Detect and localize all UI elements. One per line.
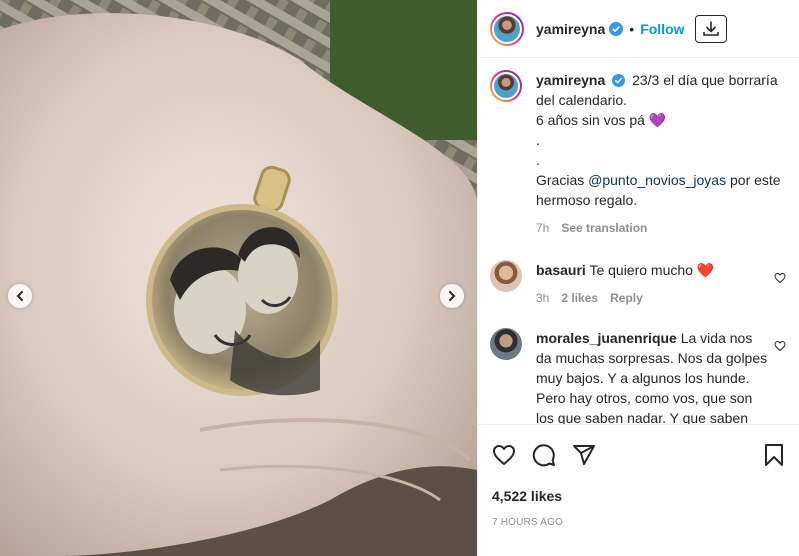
header-separator: •	[629, 20, 635, 37]
post-timestamp[interactable]: 7 hours ago	[492, 517, 786, 528]
follow-button[interactable]: Follow	[640, 21, 684, 37]
post-actions: 4,522 likes 7 hours ago	[478, 424, 799, 528]
comment-body: basauri Te quiero mucho ❤️ 3h 2 likes Re…	[536, 260, 786, 308]
caption-meta: 7h See translation	[536, 218, 786, 238]
comment-text: Te quiero mucho ❤️	[589, 262, 715, 278]
save-button[interactable]	[762, 443, 786, 467]
caption-line: .	[536, 132, 540, 148]
commenter-avatar[interactable]	[490, 328, 522, 360]
download-icon	[702, 20, 719, 36]
chevron-left-icon	[16, 291, 23, 301]
commenter-username[interactable]: basauri	[536, 262, 586, 278]
comment-item: morales_juanenrique La vida nos da mucha…	[490, 328, 786, 424]
previous-image-button[interactable]	[8, 284, 32, 308]
post-media	[0, 0, 477, 556]
action-bar	[492, 443, 786, 467]
caption-line: 6 años sin vos pá 💜	[536, 112, 667, 128]
share-icon	[573, 445, 595, 465]
comment-body: morales_juanenrique La vida nos da mucha…	[536, 328, 786, 424]
comments-list: yamireyna 23/3 el día que borraría del c…	[478, 58, 799, 424]
download-button[interactable]	[694, 14, 727, 43]
heart-icon	[493, 445, 515, 465]
share-button[interactable]	[572, 443, 596, 467]
commenter-avatar[interactable]	[490, 260, 522, 292]
comment-age[interactable]: 3h	[536, 288, 549, 308]
caption-author-avatar[interactable]	[490, 70, 522, 102]
next-image-button[interactable]	[440, 284, 464, 308]
like-comment-icon[interactable]	[774, 272, 786, 284]
likes-count[interactable]: 4,522 likes	[492, 488, 786, 504]
verified-badge-icon	[612, 74, 626, 87]
caption-thanks: Gracias	[536, 172, 589, 188]
bookmark-icon	[765, 444, 783, 466]
caption-mention-link[interactable]: @punto_novios_joyas	[588, 172, 726, 188]
reply-button[interactable]: Reply	[610, 288, 643, 308]
post-caption: yamireyna 23/3 el día que borraría del c…	[490, 70, 786, 238]
caption-author-username[interactable]: yamireyna	[536, 72, 605, 88]
chevron-right-icon	[449, 291, 456, 301]
pendant-photo	[0, 0, 477, 556]
caption-line: .	[536, 152, 540, 168]
caption-body: yamireyna 23/3 el día que borraría del c…	[536, 70, 786, 238]
verified-badge-icon	[609, 21, 624, 36]
see-translation-button[interactable]: See translation	[561, 218, 647, 238]
like-comment-icon[interactable]	[774, 340, 786, 352]
comment-item: basauri Te quiero mucho ❤️ 3h 2 likes Re…	[490, 260, 786, 308]
author-avatar[interactable]	[490, 11, 524, 46]
comment-icon	[532, 444, 555, 467]
commenter-username[interactable]: morales_juanenrique	[536, 330, 677, 346]
caption-age[interactable]: 7h	[536, 218, 549, 238]
like-button[interactable]	[492, 443, 516, 467]
comment-likes[interactable]: 2 likes	[561, 288, 598, 308]
post-header: yamireyna • Follow	[478, 0, 799, 58]
comment-button[interactable]	[532, 443, 556, 467]
comment-meta: 3h 2 likes Reply	[536, 288, 768, 308]
post-side-panel: yamireyna • Follow yamireyna 23/3 el día…	[477, 0, 799, 556]
author-username[interactable]: yamireyna	[536, 21, 605, 37]
